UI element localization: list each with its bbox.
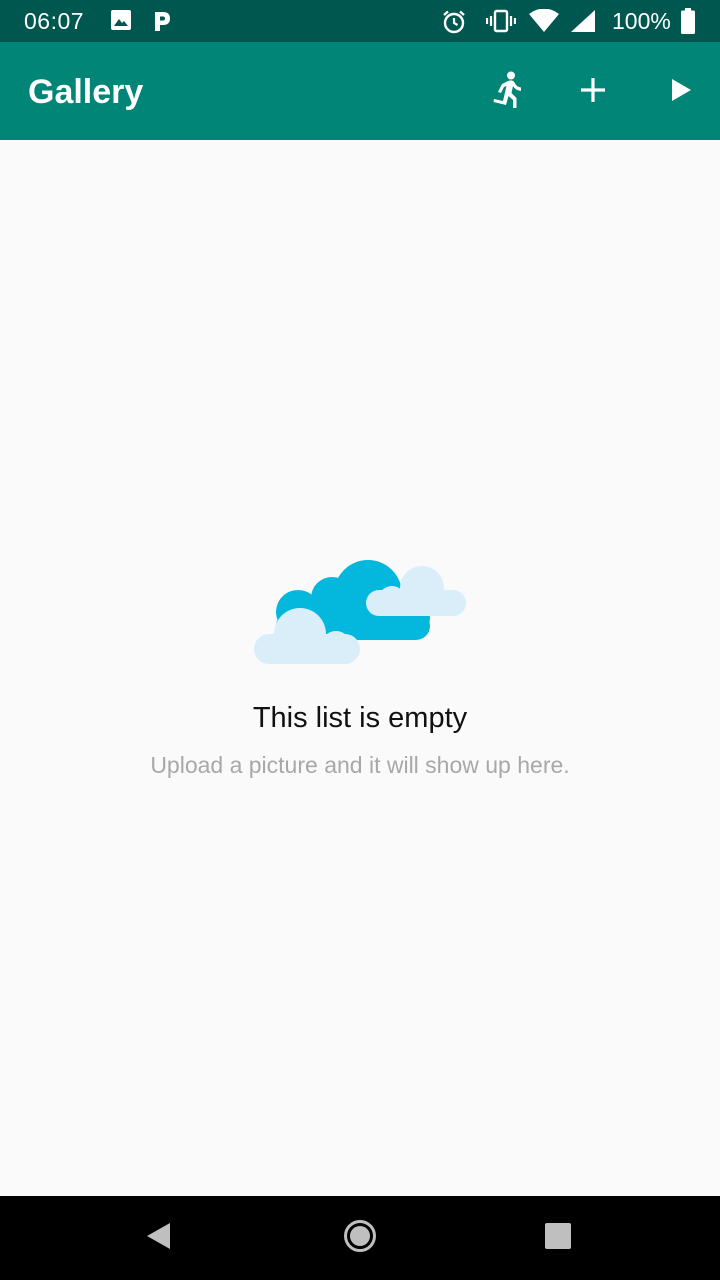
recents-icon: [544, 1222, 572, 1255]
app-bar: Gallery: [0, 42, 720, 140]
cell-signal-icon: [570, 9, 596, 38]
recents-button[interactable]: [530, 1210, 586, 1266]
clouds-illustration: [250, 552, 470, 675]
page-title: Gallery: [28, 73, 144, 111]
battery-percentage: 100%: [612, 8, 671, 34]
alarm-icon: [441, 9, 467, 40]
empty-state-subtitle: Upload a picture and it will show up her…: [150, 752, 570, 778]
empty-state-title: This list is empty: [252, 702, 468, 734]
play-icon: [670, 78, 692, 107]
add-icon: [579, 76, 607, 109]
home-button[interactable]: [332, 1210, 388, 1266]
wifi-icon: [529, 8, 559, 38]
status-bar: 06:07 100%: [0, 0, 720, 42]
image-notification-icon: [110, 9, 132, 36]
run-icon: [491, 71, 525, 114]
p-notification-icon: [151, 9, 173, 38]
navigation-bar: [0, 1196, 720, 1280]
status-time: 06:07: [24, 8, 85, 34]
home-icon: [343, 1219, 377, 1258]
back-icon: [144, 1221, 172, 1256]
run-button[interactable]: [482, 66, 534, 118]
add-button[interactable]: [567, 66, 619, 118]
battery-icon: [681, 8, 695, 39]
play-button[interactable]: [655, 66, 707, 118]
vibrate-icon: [485, 9, 517, 38]
back-button[interactable]: [130, 1210, 186, 1266]
